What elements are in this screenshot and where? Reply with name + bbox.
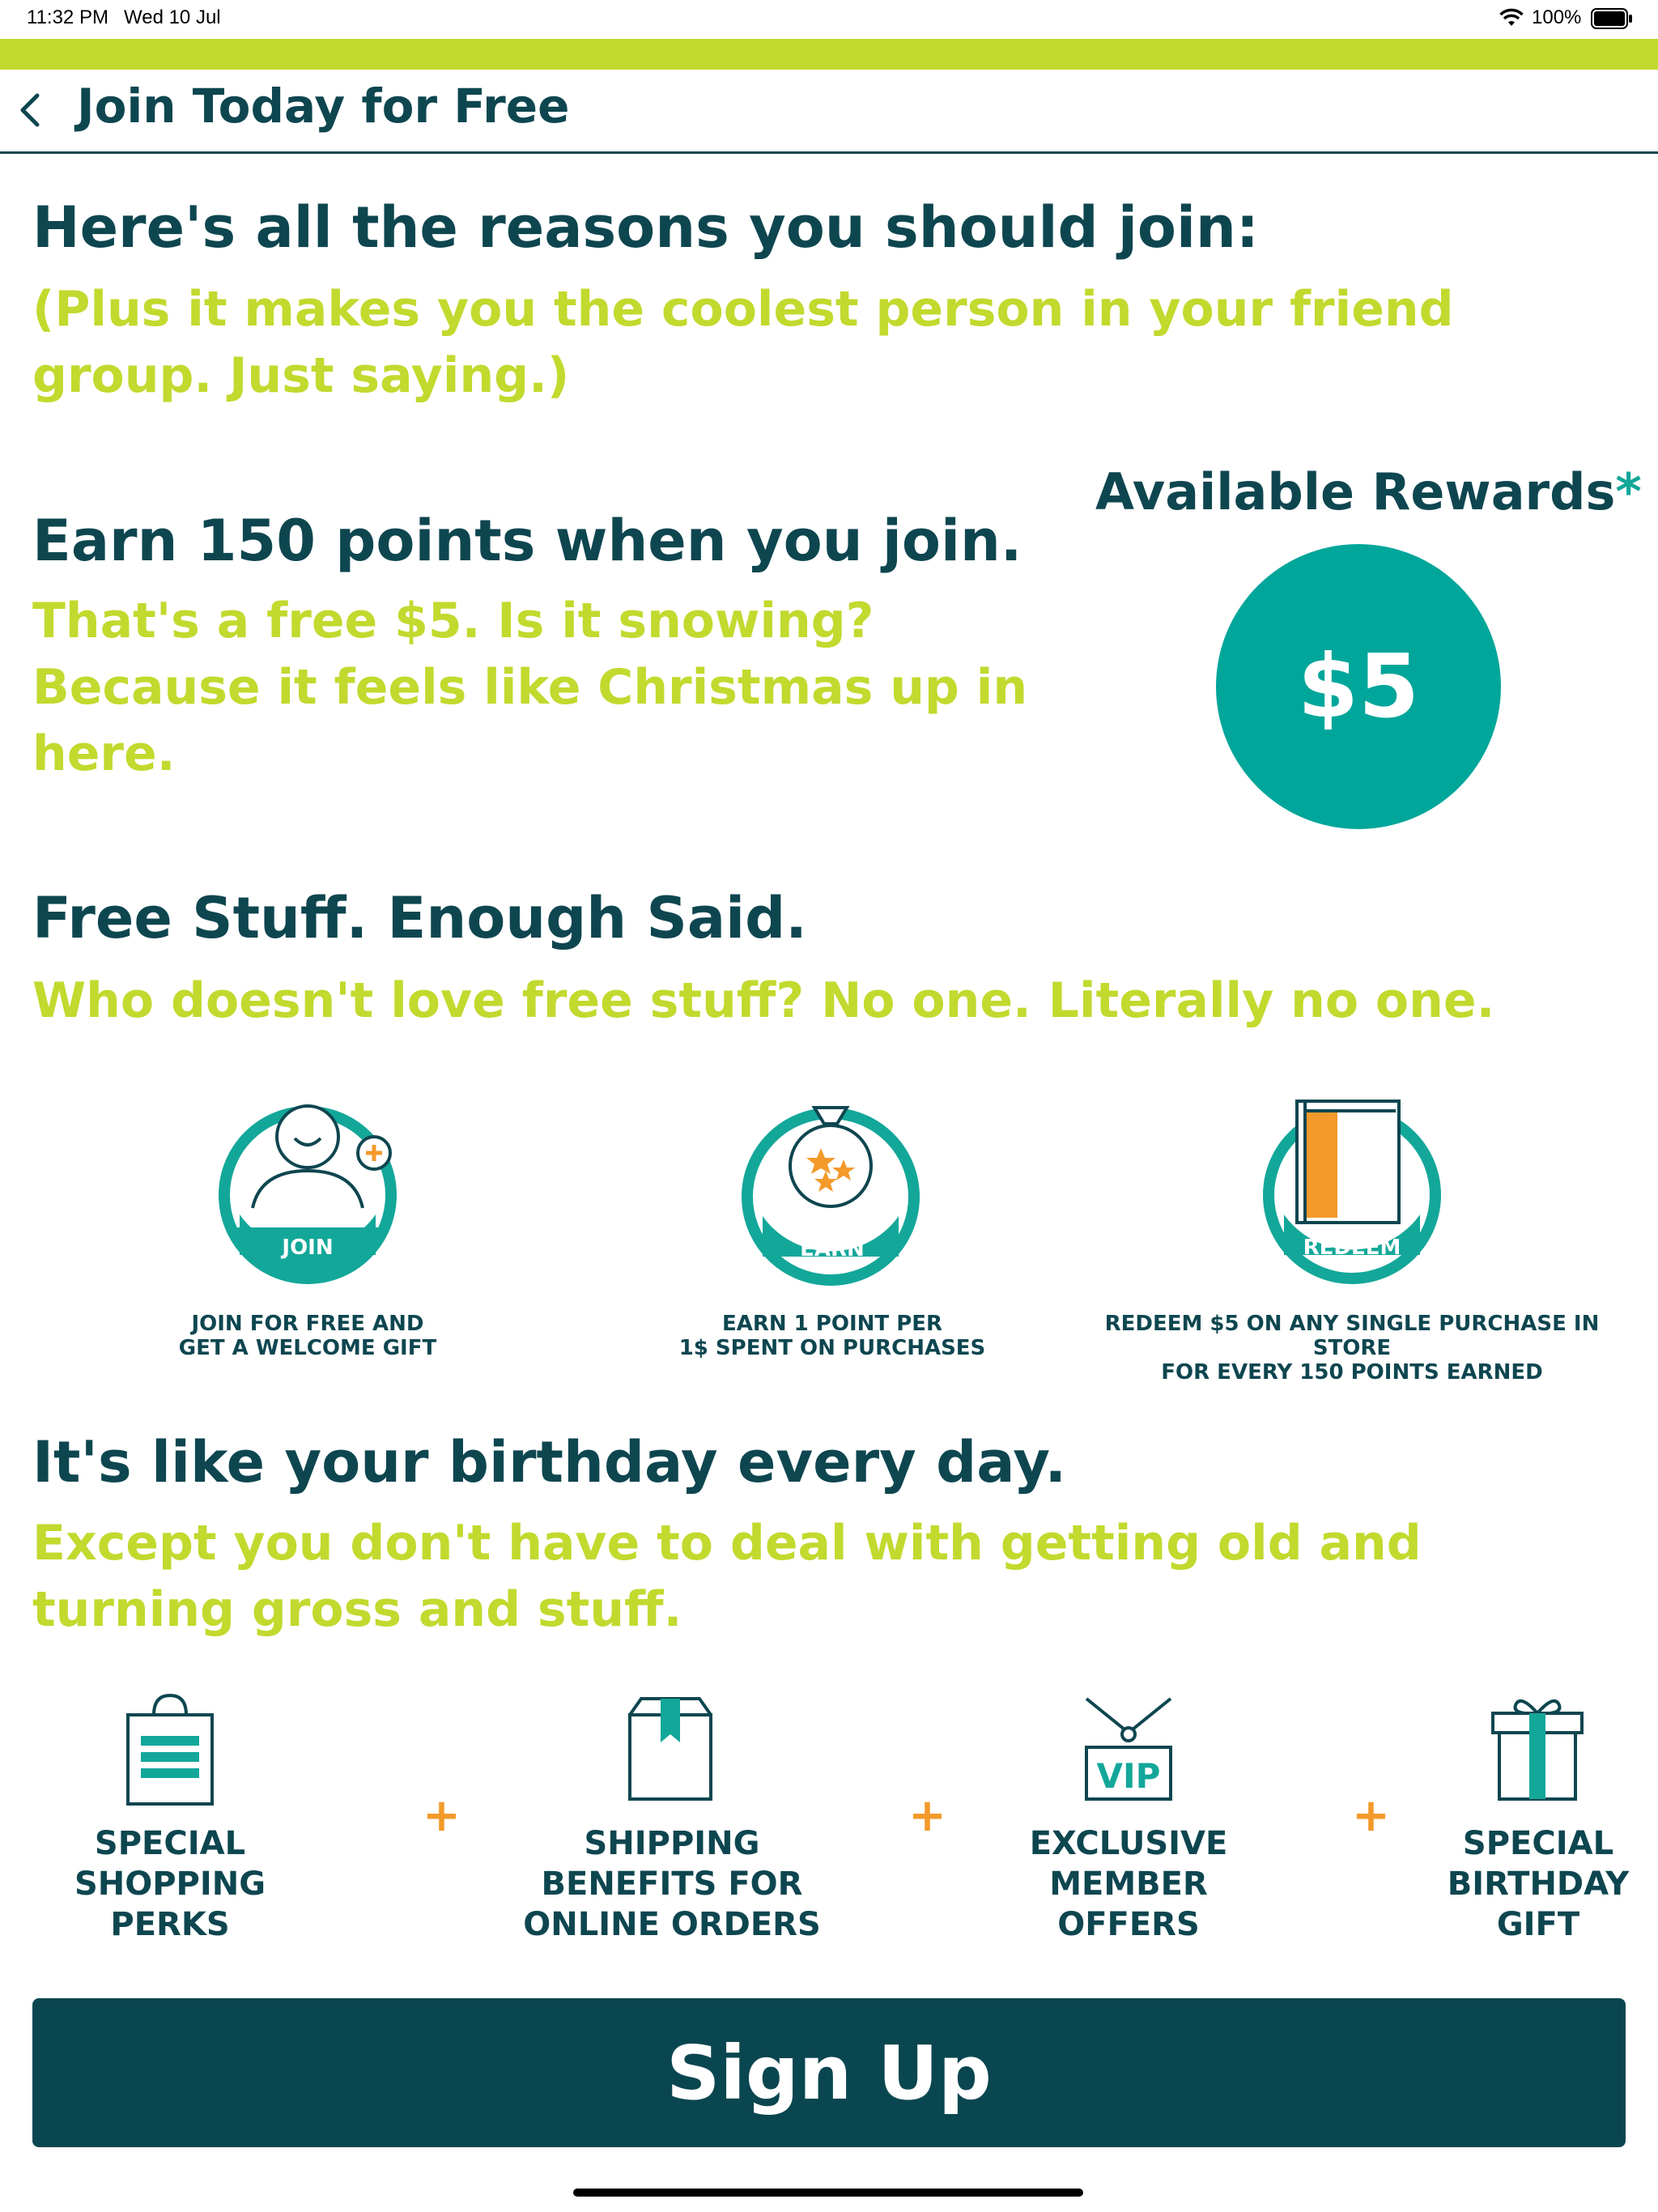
header-divider [0, 151, 1658, 154]
shipping-box-icon [625, 1694, 716, 1807]
free-stuff-heading: Free Stuff. Enough Said. [32, 885, 807, 951]
home-indicator[interactable] [573, 2189, 1083, 2197]
join-step-text: JOIN FOR FREE AND GET A WELCOME GIFT [146, 1312, 470, 1360]
status-time: 11:32 PM [27, 6, 108, 28]
plus-icon: + [423, 1789, 461, 1842]
vip-icon-text: VIP [1097, 1756, 1161, 1796]
birthday-line-1: Except you don't have to deal with getti… [32, 1515, 1422, 1572]
sign-up-button[interactable]: Sign Up [32, 1998, 1626, 2147]
perk-birthday-line-3: GIFT [1496, 1906, 1580, 1943]
earn-step-text: EARN 1 POINT PER 1$ SPENT ON PURCHASES [670, 1312, 994, 1360]
points-line-1: That's a free $5. Is it snowing? [32, 593, 874, 649]
available-rewards-label: Available Rewards* [1095, 462, 1642, 521]
redeem-step-text: REDEEM $5 ON ANY SINGLE PURCHASE IN STOR… [1077, 1312, 1627, 1385]
earn-step-line-2: 1$ SPENT ON PURCHASES [678, 1336, 986, 1360]
chevron-left-icon [20, 93, 40, 127]
status-date: Wed 10 Jul [124, 6, 221, 28]
points-line-2: Because it feels like Christmas up in [32, 659, 1028, 716]
perk-birthday: SPECIAL BIRTHDAY GIFT [1417, 1823, 1658, 1945]
perk-shopping-line-2: SHOPPING [74, 1865, 266, 1903]
perk-exclusive: EXCLUSIVE MEMBER OFFERS [1007, 1823, 1250, 1945]
perk-birthday-line-1: SPECIAL [1462, 1825, 1614, 1862]
perk-shipping-line-1: SHIPPING [584, 1825, 760, 1862]
plus-icon: + [1352, 1789, 1390, 1842]
perk-shopping-line-1: SPECIAL [94, 1825, 246, 1862]
earn-badge-label: EARN [800, 1237, 865, 1261]
redeem-badge-label: REDEEM [1303, 1236, 1401, 1260]
shopping-bag-icon [123, 1691, 217, 1812]
earn-step-line-1: EARN 1 POINT PER [721, 1312, 943, 1336]
join-badge-label: JOIN [282, 1236, 334, 1260]
perk-shopping: SPECIAL SHOPPING PERKS [49, 1823, 291, 1945]
plus-icon: + [908, 1789, 946, 1842]
back-button[interactable] [15, 91, 47, 133]
gift-icon [1488, 1694, 1587, 1807]
redeem-step-line-2: FOR EVERY 150 POINTS EARNED [1161, 1360, 1543, 1385]
perk-exclusive-line-2: MEMBER [1049, 1865, 1208, 1903]
status-bar: 11:32 PM Wed 10 Jul 100% [0, 0, 1658, 39]
free-stuff-line-1: Who doesn't love free stuff? No one. Lit… [32, 972, 1495, 1029]
reasons-line-1: (Plus it makes you the coolest person in… [32, 281, 1454, 338]
join-step-line-1: JOIN FOR FREE AND [191, 1312, 424, 1336]
perk-shopping-line-3: PERKS [110, 1906, 230, 1943]
birthday-line-2: turning gross and stuff. [32, 1581, 682, 1638]
accent-bar [0, 39, 1658, 70]
perk-shipping-line-3: ONLINE ORDERS [523, 1906, 821, 1943]
points-line-3: here. [32, 725, 176, 782]
perk-shipping-line-2: BENEFITS FOR [541, 1865, 803, 1903]
vip-tag-icon: VIP [1082, 1694, 1175, 1807]
page-title: Join Today for Free [77, 79, 570, 134]
redeem-step-line-1: REDEEM $5 ON ANY SINGLE PURCHASE IN STOR… [1104, 1312, 1600, 1360]
join-step-line-2: GET A WELCOME GIFT [178, 1336, 437, 1360]
perk-shipping: SHIPPING BENEFITS FOR ONLINE ORDERS [510, 1823, 834, 1945]
reward-amount-badge: $5 [1216, 544, 1501, 829]
perk-exclusive-line-3: OFFERS [1057, 1906, 1200, 1943]
reasons-heading: Here's all the reasons you should join: [32, 194, 1259, 261]
perk-exclusive-line-1: EXCLUSIVE [1029, 1825, 1228, 1862]
battery-icon [1591, 8, 1633, 32]
points-heading: Earn 150 points when you join. [32, 508, 1022, 574]
birthday-heading: It's like your birthday every day. [32, 1429, 1067, 1495]
reasons-line-2: group. Just saying.) [32, 347, 570, 404]
wifi-icon [1499, 8, 1524, 31]
battery-percent: 100% [1532, 6, 1582, 28]
perk-birthday-line-2: BIRTHDAY [1447, 1865, 1630, 1903]
rewards-asterisk: * [1615, 462, 1642, 521]
rewards-label-text: Available Rewards [1095, 462, 1616, 521]
reward-amount: $5 [1297, 636, 1420, 738]
